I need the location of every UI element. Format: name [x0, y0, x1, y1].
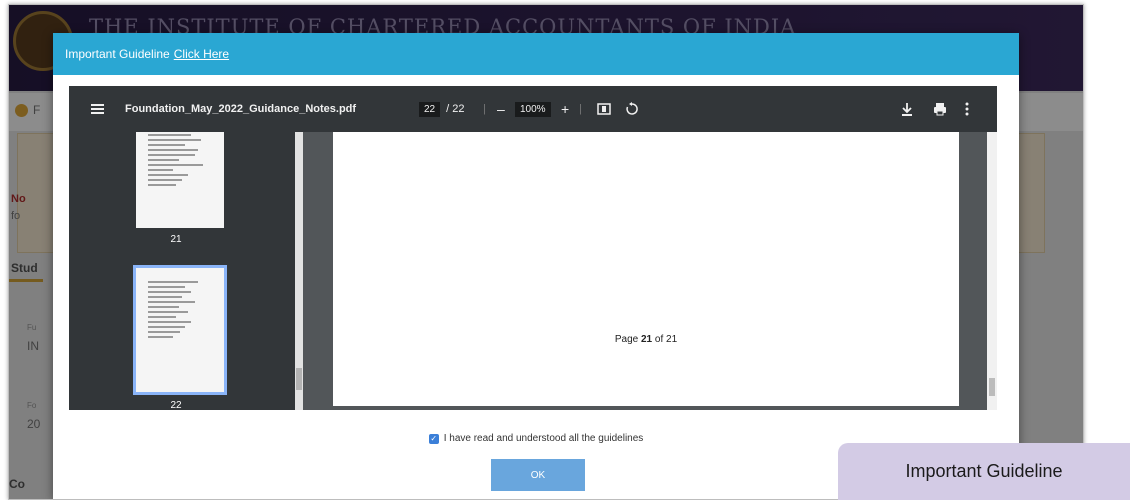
ok-button[interactable]: OK: [491, 459, 585, 491]
pdf-toolbar: Foundation_May_2022_Guidance_Notes.pdf 2…: [69, 86, 997, 132]
fit-page-icon[interactable]: [597, 86, 611, 132]
page-view: Page 21 of 21: [303, 132, 997, 410]
toolbar-divider: |: [579, 103, 582, 115]
modal-header: Important Guideline Click Here: [53, 33, 1019, 75]
page-footer-text: Page 21 of 21: [333, 334, 959, 345]
page-footer-middle: of: [654, 334, 664, 345]
toolbar-divider: |: [483, 103, 486, 115]
agree-checkbox[interactable]: ✓: [428, 433, 439, 444]
page-footer-number: 21: [640, 334, 653, 345]
pdf-page: Page 21 of 21: [333, 132, 959, 406]
thumbnail-page-21[interactable]: [136, 132, 224, 228]
download-icon[interactable]: [901, 86, 913, 132]
thumbnail-content: [148, 132, 210, 189]
important-guideline-badge: Important Guideline: [838, 443, 1130, 500]
click-here-link[interactable]: Click Here: [174, 47, 229, 61]
thumbnail-label: 22: [170, 400, 182, 410]
screenshot-frame: THE INSTITUTE OF CHARTERED ACCOUNTANTS O…: [8, 4, 1084, 500]
scrollbar-thumb[interactable]: [989, 378, 995, 396]
page-number-input[interactable]: 22: [419, 101, 441, 117]
modal-title: Important Guideline: [65, 47, 170, 61]
page-total: / 22: [446, 103, 465, 115]
thumbnail-page-22[interactable]: [133, 265, 227, 395]
zoom-level-input[interactable]: 100%: [515, 101, 551, 117]
thumbnail-label: 21: [170, 234, 182, 245]
zoom-out-button[interactable]: –: [497, 86, 505, 132]
page-footer-prefix: Page: [614, 334, 639, 345]
more-vert-icon[interactable]: [965, 86, 969, 132]
page-scrollbar[interactable]: [987, 132, 997, 410]
rotate-icon[interactable]: [625, 86, 639, 132]
pdf-filename: Foundation_May_2022_Guidance_Notes.pdf: [125, 103, 357, 115]
scrollbar-thumb[interactable]: [296, 368, 302, 390]
thumbnail-content: [148, 278, 210, 341]
thumbnail-scrollbar[interactable]: [295, 132, 303, 410]
print-icon[interactable]: [933, 86, 947, 132]
page-footer-total: 21: [666, 334, 678, 345]
menu-icon[interactable]: [91, 86, 104, 132]
pdf-viewer: Foundation_May_2022_Guidance_Notes.pdf 2…: [69, 86, 997, 410]
agree-label: I have read and understood all the guide…: [443, 433, 644, 444]
guideline-modal: Important Guideline Click Here Foundatio…: [53, 33, 1019, 499]
zoom-in-button[interactable]: +: [561, 86, 569, 132]
thumbnail-panel: 21 22: [69, 132, 303, 410]
